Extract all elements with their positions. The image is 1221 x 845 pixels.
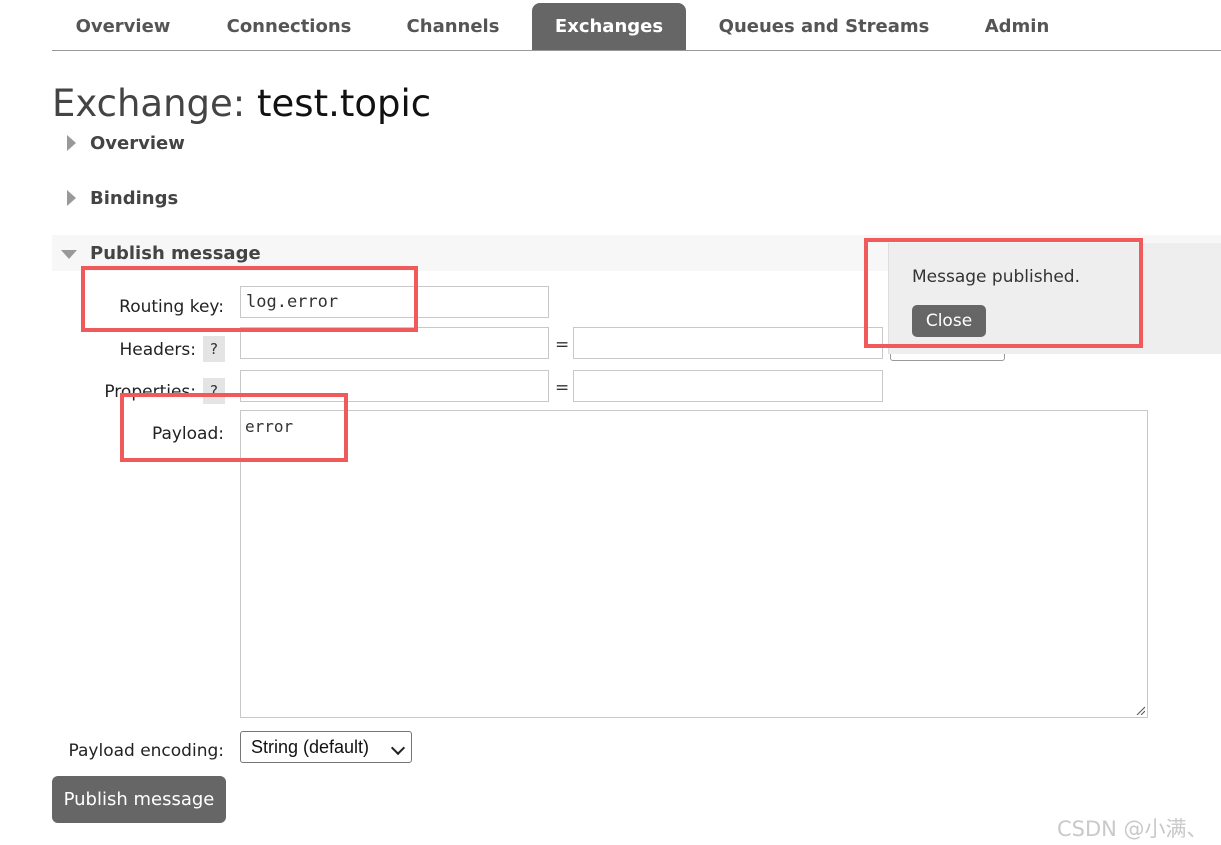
payload-encoding-label: Payload encoding:: [68, 741, 225, 761]
section-overview-label: Overview: [90, 133, 185, 154]
highlight-box-routing-key: [81, 266, 418, 332]
expand-arrow-icon: [67, 135, 76, 151]
header-value-input[interactable]: [573, 327, 883, 359]
payload-textarea[interactable]: error: [240, 410, 1148, 718]
headers-label: Headers:: [119, 340, 196, 360]
payload-encoding-select[interactable]: String (default): [240, 731, 412, 763]
tab-queues-and-streams[interactable]: Queues and Streams: [704, 3, 944, 50]
top-nav: Overview Connections Channels Exchanges …: [52, 0, 1221, 51]
watermark: CSDN @小满、: [1057, 817, 1208, 841]
expand-arrow-icon: [67, 190, 76, 206]
section-bindings-label: Bindings: [90, 188, 179, 209]
page-title-prefix: Exchange:: [52, 82, 246, 125]
equals-sign: =: [555, 378, 570, 398]
payload-encoding-value: String (default): [251, 737, 370, 757]
tab-admin[interactable]: Admin: [964, 3, 1070, 50]
highlight-box-payload: [120, 393, 348, 462]
tab-exchanges[interactable]: Exchanges: [532, 3, 686, 50]
headers-help-button[interactable]: ?: [203, 336, 225, 362]
collapse-arrow-icon: [61, 250, 77, 259]
property-value-input[interactable]: [573, 370, 883, 402]
section-publish-label: Publish message: [90, 243, 261, 264]
exchange-name: test.topic: [257, 82, 432, 125]
page-title: Exchange: test.topic: [52, 82, 431, 125]
equals-sign: =: [555, 335, 570, 355]
publish-message-button[interactable]: Publish message: [52, 776, 226, 823]
chevron-down-icon: [390, 740, 406, 756]
highlight-box-popup: [864, 238, 1143, 348]
tab-channels[interactable]: Channels: [384, 3, 522, 50]
tab-connections[interactable]: Connections: [210, 3, 368, 50]
resize-grip-icon[interactable]: [1135, 705, 1145, 715]
tab-overview[interactable]: Overview: [52, 3, 194, 50]
